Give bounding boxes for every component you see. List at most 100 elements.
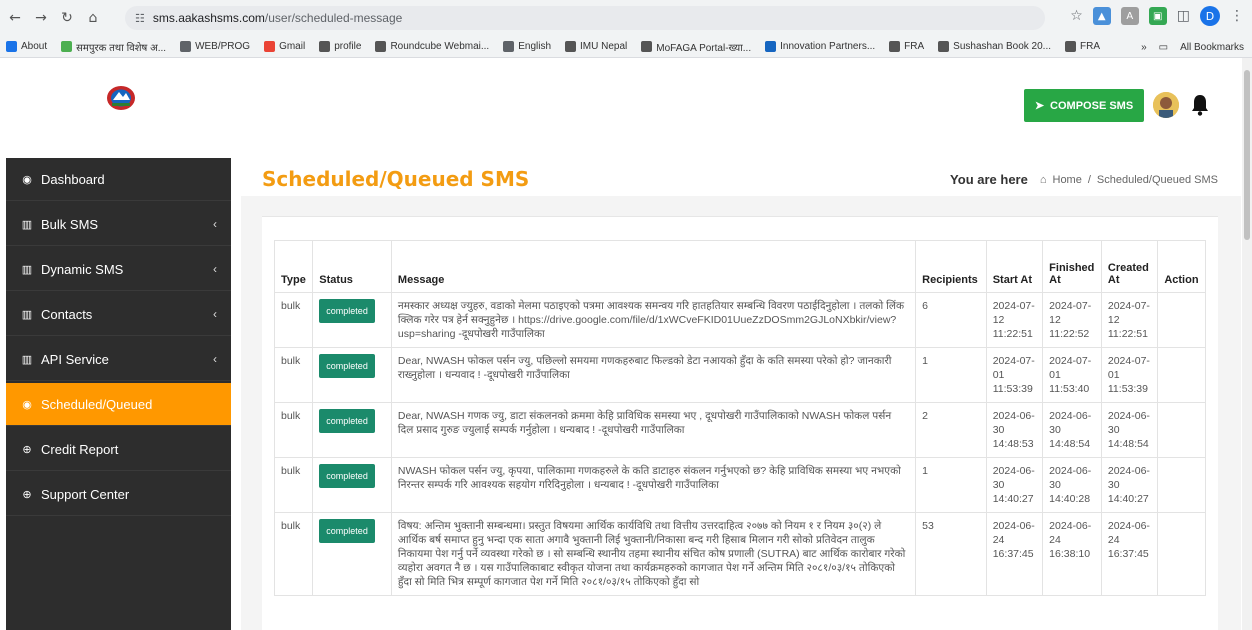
notification-bell-icon[interactable] — [1190, 94, 1210, 116]
column-header-recipients: Recipients — [915, 240, 987, 293]
bookmarks-overflow: » ▭ All Bookmarks — [1141, 36, 1244, 57]
bar-chart-icon: ▥ — [21, 353, 33, 366]
breadcrumb-separator: / — [1087, 173, 1091, 186]
cell-finished-at: 2024-06-30 14:40:28 — [1042, 457, 1102, 513]
sidebar-item-credit-report[interactable]: ⊕ Credit Report — [6, 428, 231, 471]
sidebar-item-scheduled-queued[interactable]: ◉ Scheduled/Queued — [6, 383, 231, 426]
extension-icon[interactable]: A — [1120, 7, 1139, 25]
forward-icon[interactable]: → — [30, 7, 52, 29]
bookmark-item[interactable]: profile — [319, 41, 361, 52]
table-row: bulk completed नमस्कार अध्यक्ष ज्युहरु, वड… — [273, 292, 1206, 348]
sidebar-item-api-service[interactable]: ▥ API Service ‹ — [6, 338, 231, 381]
cell-action — [1157, 512, 1206, 596]
cell-finished-at: 2024-07-12 11:22:52 — [1042, 292, 1102, 348]
user-avatar[interactable] — [1153, 92, 1179, 118]
all-bookmarks-link[interactable]: All Bookmarks — [1180, 42, 1244, 53]
status-badge: completed — [319, 464, 375, 488]
bookmark-label: Roundcube Webmai... — [390, 41, 490, 52]
site-info-icon[interactable]: ☷ — [135, 12, 145, 25]
status-badge: completed — [319, 299, 375, 323]
bar-chart-icon: ▥ — [21, 263, 33, 276]
bookmark-favicon-icon — [6, 41, 17, 52]
compose-sms-label: COMPOSE SMS — [1050, 99, 1134, 112]
status-badge: completed — [319, 519, 375, 543]
sidebar-item-label: Credit Report — [41, 441, 119, 457]
bookmark-label: profile — [334, 41, 362, 52]
cell-action — [1157, 347, 1206, 403]
cell-status: completed — [312, 347, 392, 403]
table-row: bulk completed Dear, NWASH फोकल पर्सन ज्यु… — [273, 347, 1206, 403]
bookmark-item[interactable]: WEB/PROG — [180, 41, 250, 52]
dashboard-icon: ◉ — [22, 398, 32, 411]
cell-message: नमस्कार अध्यक्ष ज्युहरु, वडाको मेलमा पठा… — [390, 292, 917, 348]
cell-message: Dear, NWASH फोकल पर्सन ज्यु, पछिल्लो समय… — [390, 347, 917, 403]
extension-icon[interactable]: ▣ — [1148, 7, 1167, 25]
sidebar-item-bulk-sms[interactable]: ▥ Bulk SMS ‹ — [6, 203, 231, 246]
page-scrollbar[interactable] — [1242, 58, 1252, 630]
bookmark-star-icon[interactable]: ☆ — [1070, 8, 1083, 24]
bookmarks-more-button[interactable]: » — [1141, 42, 1147, 53]
bookmark-item[interactable]: Roundcube Webmai... — [375, 41, 489, 52]
bookmark-item[interactable]: FRA — [889, 41, 924, 52]
cell-type: bulk — [273, 347, 314, 403]
breadcrumb-home-link[interactable]: Home — [1053, 174, 1082, 186]
scheduled-sms-table: Type Status Message Recipients Start At … — [273, 240, 1206, 596]
sidebar-item-contacts[interactable]: ▥ Contacts ‹ — [6, 293, 231, 336]
home-icon: ⌂ — [1039, 173, 1047, 186]
cell-action — [1157, 292, 1206, 348]
municipality-logo[interactable] — [103, 82, 139, 112]
bookmark-favicon-icon — [264, 41, 276, 52]
bookmark-item[interactable]: Innovation Partners... — [765, 41, 875, 52]
bookmark-label: IMU Nepal — [580, 41, 628, 52]
cell-start-at: 2024-07-01 11:53:39 — [985, 347, 1044, 403]
compose-sms-button[interactable]: ➤ COMPOSE SMS — [1024, 89, 1144, 122]
bookmark-favicon-icon — [319, 41, 331, 52]
cell-created-at: 2024-06-30 14:40:27 — [1100, 457, 1159, 513]
bookmark-favicon-icon — [180, 41, 192, 52]
bookmark-item[interactable]: Sushashan Book 20... — [938, 41, 1051, 52]
cell-recipients: 1 — [915, 347, 987, 403]
address-bar[interactable]: ☷ sms.aakashsms.com/user/scheduled-messa… — [125, 6, 1045, 30]
bookmark-favicon-icon — [641, 41, 653, 52]
home-icon[interactable]: ⌂ — [82, 7, 104, 29]
sidebar: ◉ Dashboard ▥ Bulk SMS ‹ ▥ Dynamic SMS ‹ ▥ Contac… — [6, 158, 231, 630]
browser-menu-icon[interactable]: ⋮ — [1230, 8, 1244, 24]
bookmark-item[interactable]: About — [6, 41, 47, 52]
bookmark-item[interactable]: IMU Nepal — [565, 41, 627, 52]
bookmark-item[interactable]: समपुरक तथा विशेष अ... — [61, 40, 166, 54]
sidebar-item-support-center[interactable]: ⊕ Support Center — [6, 473, 231, 516]
bookmark-item[interactable]: English — [503, 41, 551, 52]
bookmark-favicon-icon — [889, 41, 901, 52]
sidebar-item-dashboard[interactable]: ◉ Dashboard — [6, 158, 231, 201]
cell-start-at: 2024-06-24 16:37:45 — [985, 512, 1044, 596]
table-row: bulk completed NWASH फोकल पर्सन ज्यु, कृपय… — [273, 457, 1206, 513]
bookmark-item[interactable]: FRA — [1065, 41, 1100, 52]
bookmark-label: Innovation Partners... — [780, 41, 876, 52]
sidebar-item-label: API Service — [41, 351, 109, 367]
table-header-row: Type Status Message Recipients Start At … — [273, 240, 1206, 293]
column-header-type: Type — [273, 240, 314, 293]
extensions-puzzle-icon[interactable]: ◫ — [1177, 8, 1190, 24]
profile-avatar[interactable]: D — [1200, 6, 1220, 26]
cell-status: completed — [312, 292, 392, 348]
chevron-left-icon: ‹ — [213, 217, 217, 231]
cell-created-at: 2024-07-01 11:53:39 — [1100, 347, 1159, 403]
column-header-action: Action — [1157, 240, 1206, 293]
extension-icon[interactable]: ▲ — [1092, 7, 1111, 25]
cell-recipients: 2 — [915, 402, 987, 458]
sidebar-item-label: Contacts — [41, 306, 93, 322]
table-row: bulk completed Dear, NWASH गणक ज्यु, डाटा … — [273, 402, 1206, 458]
cell-start-at: 2024-06-30 14:48:53 — [985, 402, 1044, 458]
bar-chart-icon: ▥ — [21, 218, 33, 231]
cell-created-at: 2024-06-30 14:48:54 — [1100, 402, 1159, 458]
back-icon[interactable]: ← — [4, 7, 26, 29]
bookmark-favicon-icon — [565, 41, 577, 52]
cell-type: bulk — [273, 457, 314, 513]
column-header-finished-at: Finished At — [1042, 240, 1102, 293]
scrollbar-thumb[interactable] — [1244, 70, 1250, 240]
cell-action — [1157, 457, 1206, 513]
bookmark-item[interactable]: Gmail — [264, 41, 305, 52]
bookmark-item[interactable]: MoFAGA Portal-ख्या... — [641, 40, 751, 54]
reload-icon[interactable]: ↻ — [56, 7, 78, 29]
sidebar-item-dynamic-sms[interactable]: ▥ Dynamic SMS ‹ — [6, 248, 231, 291]
